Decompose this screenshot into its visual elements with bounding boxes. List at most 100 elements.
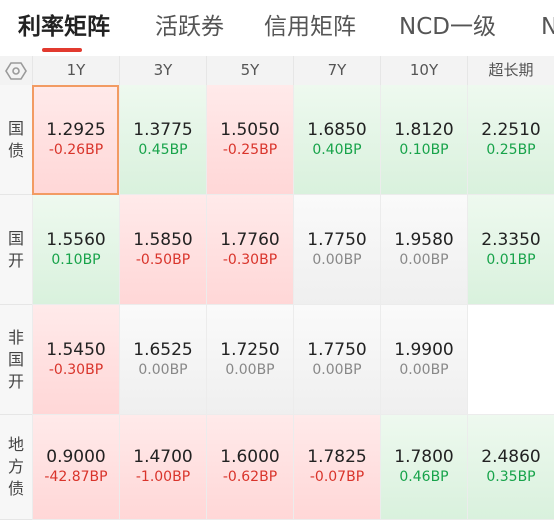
column-header-2[interactable]: 3Y bbox=[119, 56, 206, 85]
yield-value: 1.9580 bbox=[394, 229, 454, 250]
yield-change: 0.00BP bbox=[399, 251, 449, 268]
rate-matrix-table: 1Y 3Y 5Y 7Y 10Y 超长期 国债 1.2925 -0.26BP 1.3775 0.45… bbox=[0, 56, 554, 520]
row-label-char: 债 bbox=[7, 140, 24, 160]
matrix-cell[interactable]: 2.3350 0.01BP bbox=[467, 195, 554, 305]
matrix-cell[interactable]: 1.4700 -1.00BP bbox=[119, 415, 206, 520]
yield-change: 0.35BP bbox=[486, 469, 536, 485]
yield-change: 0.00BP bbox=[225, 361, 275, 378]
matrix-cell[interactable]: 1.6525 0.00BP bbox=[119, 305, 206, 415]
yield-value: 1.3775 bbox=[133, 119, 193, 140]
yield-change: 0.01BP bbox=[486, 251, 536, 268]
yield-value: 1.7760 bbox=[220, 229, 280, 250]
matrix-cell[interactable]: 1.7750 0.00BP bbox=[293, 305, 380, 415]
column-header-3[interactable]: 5Y bbox=[206, 56, 293, 85]
yield-value: 1.9900 bbox=[394, 339, 454, 360]
yield-value: 1.4700 bbox=[133, 447, 193, 467]
yield-value: 1.5050 bbox=[220, 119, 280, 140]
row-label: 地方债 bbox=[0, 415, 32, 520]
yield-change: -0.07BP bbox=[309, 469, 365, 485]
column-header-4[interactable]: 7Y bbox=[293, 56, 380, 85]
row-label-char: 开 bbox=[7, 250, 24, 270]
yield-value: 1.7750 bbox=[307, 339, 367, 360]
yield-value: 1.7800 bbox=[394, 447, 454, 467]
matrix-cell[interactable]: 1.9580 0.00BP bbox=[380, 195, 467, 305]
column-header-row: 1Y 3Y 5Y 7Y 10Y 超长期 bbox=[0, 56, 554, 86]
yield-change: 0.00BP bbox=[312, 251, 362, 268]
row-label-char: 国 bbox=[7, 118, 24, 138]
yield-change: 0.00BP bbox=[399, 361, 449, 378]
tab-bar: 利率矩阵 活跃券 信用矩阵 NCD一级 N bbox=[0, 0, 554, 56]
yield-change: -0.30BP bbox=[222, 251, 278, 268]
column-header-1[interactable]: 1Y bbox=[32, 56, 119, 85]
row-label-char: 地 bbox=[7, 435, 24, 454]
yield-change: -0.50BP bbox=[135, 251, 191, 268]
matrix-cell[interactable]: 1.6000 -0.62BP bbox=[206, 415, 293, 520]
active-tab-indicator bbox=[42, 48, 82, 52]
yield-value: 1.8120 bbox=[394, 119, 454, 140]
row-label-char: 国 bbox=[7, 228, 24, 248]
yield-change: 0.00BP bbox=[312, 361, 362, 378]
matrix-cell[interactable]: 1.5560 0.10BP bbox=[32, 195, 119, 305]
row-label: 国债 bbox=[0, 85, 32, 195]
yield-change: 0.45BP bbox=[138, 141, 188, 158]
yield-value: 1.2925 bbox=[46, 119, 106, 140]
column-header-5[interactable]: 10Y bbox=[380, 56, 467, 85]
matrix-cell[interactable]: 1.7800 0.46BP bbox=[380, 415, 467, 520]
matrix-cell[interactable]: 1.9900 0.00BP bbox=[380, 305, 467, 415]
matrix-cell[interactable]: 1.2925 -0.26BP bbox=[32, 85, 119, 195]
row-label-char: 开 bbox=[7, 371, 24, 391]
matrix-cell[interactable]: 1.8120 0.10BP bbox=[380, 85, 467, 195]
yield-value: 1.5850 bbox=[133, 229, 193, 250]
matrix-cell[interactable]: 1.5850 -0.50BP bbox=[119, 195, 206, 305]
matrix-cell[interactable]: 2.2510 0.25BP bbox=[467, 85, 554, 195]
row-label-char: 方 bbox=[7, 457, 24, 476]
yield-change: 0.40BP bbox=[312, 141, 362, 158]
matrix-cell[interactable]: 1.3775 0.45BP bbox=[119, 85, 206, 195]
yield-value: 1.5450 bbox=[46, 339, 106, 360]
yield-change: -0.30BP bbox=[48, 361, 104, 378]
matrix-cell[interactable]: 0.9000 -42.87BP bbox=[32, 415, 119, 520]
yield-change: -0.25BP bbox=[222, 141, 278, 158]
matrix-cell[interactable]: 1.6850 0.40BP bbox=[293, 85, 380, 195]
yield-change: -0.26BP bbox=[48, 141, 104, 158]
yield-value: 1.7250 bbox=[220, 339, 280, 360]
yield-change: 0.10BP bbox=[51, 251, 101, 268]
tab-next[interactable]: N bbox=[541, 12, 554, 42]
yield-change: 0.46BP bbox=[399, 469, 449, 485]
yield-value: 2.3350 bbox=[481, 229, 541, 250]
yield-value: 2.2510 bbox=[481, 119, 541, 140]
row-label-char: 国 bbox=[7, 349, 24, 369]
row-label-char: 非 bbox=[7, 327, 24, 347]
matrix-cell[interactable]: 1.7760 -0.30BP bbox=[206, 195, 293, 305]
yield-value: 1.5560 bbox=[46, 229, 106, 250]
tab-ncd-primary[interactable]: NCD一级 bbox=[399, 12, 496, 42]
yield-value: 1.7825 bbox=[307, 447, 367, 467]
yield-change: 0.00BP bbox=[138, 361, 188, 378]
yield-change: -42.87BP bbox=[44, 469, 108, 485]
matrix-cell bbox=[467, 305, 554, 415]
yield-change: -0.62BP bbox=[222, 469, 278, 485]
matrix-cell[interactable]: 1.7825 -0.07BP bbox=[293, 415, 380, 520]
tab-active-bonds[interactable]: 活跃券 bbox=[155, 12, 224, 42]
yield-change: -1.00BP bbox=[135, 469, 191, 485]
matrix-cell[interactable]: 1.5050 -0.25BP bbox=[206, 85, 293, 195]
yield-value: 2.4860 bbox=[481, 447, 541, 467]
yield-value: 1.7750 bbox=[307, 229, 367, 250]
yield-value: 1.6000 bbox=[220, 447, 280, 467]
yield-value: 1.6850 bbox=[307, 119, 367, 140]
tab-credit-matrix[interactable]: 信用矩阵 bbox=[264, 12, 356, 42]
matrix-cell[interactable]: 2.4860 0.35BP bbox=[467, 415, 554, 520]
matrix-cell[interactable]: 1.7750 0.00BP bbox=[293, 195, 380, 305]
matrix-cell[interactable]: 1.5450 -0.30BP bbox=[32, 305, 119, 415]
yield-value: 1.6525 bbox=[133, 339, 193, 360]
yield-change: 0.10BP bbox=[399, 141, 449, 158]
column-header-6[interactable]: 超长期 bbox=[467, 56, 554, 85]
row-label: 国开 bbox=[0, 195, 32, 305]
yield-change: 0.25BP bbox=[486, 141, 536, 158]
row-label-char: 债 bbox=[7, 479, 24, 498]
matrix-cell[interactable]: 1.7250 0.00BP bbox=[206, 305, 293, 415]
settings-hexagon-icon[interactable] bbox=[0, 56, 32, 85]
row-label: 非国开 bbox=[0, 305, 32, 415]
yield-value: 0.9000 bbox=[46, 447, 106, 467]
tab-rate-matrix[interactable]: 利率矩阵 bbox=[18, 12, 110, 42]
